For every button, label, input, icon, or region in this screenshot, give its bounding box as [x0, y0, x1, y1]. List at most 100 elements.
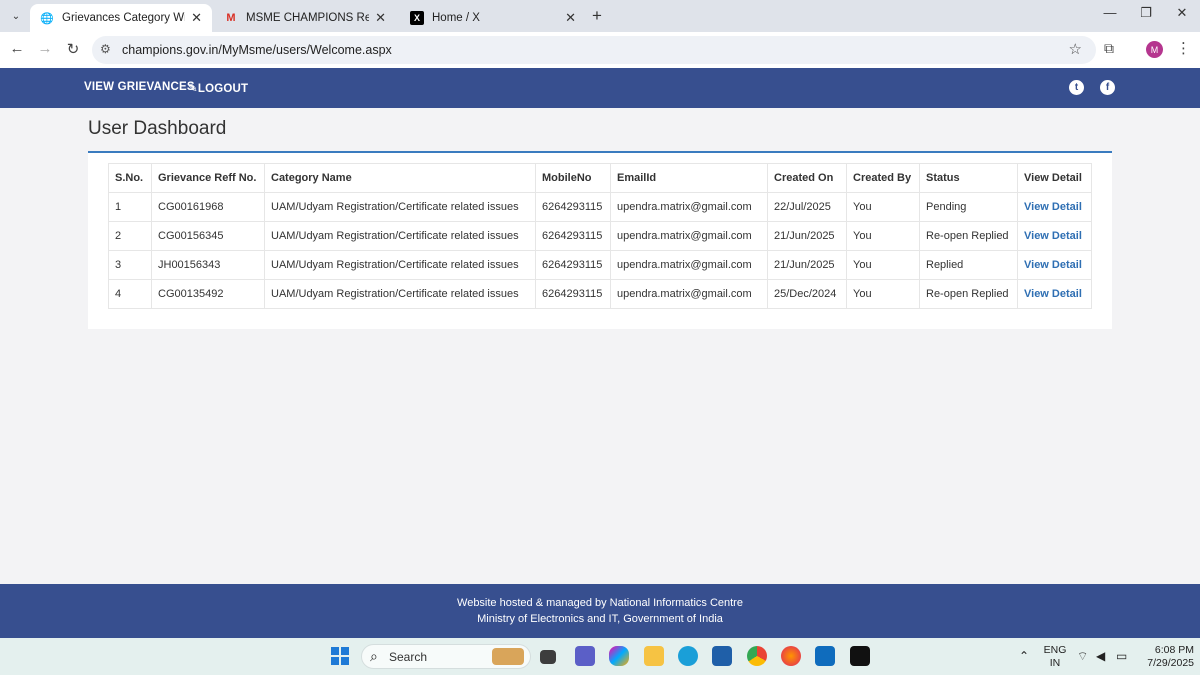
x-logo-icon: X	[410, 11, 424, 25]
volume-icon[interactable]: ◀	[1096, 649, 1105, 663]
profile-avatar[interactable]: M	[1146, 41, 1163, 58]
edit-icon: ✎	[188, 83, 198, 95]
cell-mobile: 6264293115	[535, 192, 611, 222]
cell-reff-no: CG00156345	[151, 221, 265, 251]
footer-line-1: Website hosted & managed by National Inf…	[457, 597, 743, 609]
cell-sno: 4	[108, 279, 152, 309]
cell-created-on: 22/Jul/2025	[767, 192, 847, 222]
minimize-icon[interactable]: —	[1100, 5, 1120, 20]
cell-status: Re-open Replied	[919, 221, 1018, 251]
tab-x[interactable]: X Home / X ✕	[400, 4, 586, 32]
cell-email: upendra.matrix@gmail.com	[610, 221, 768, 251]
taskbar-search[interactable]: ⌕ Search	[361, 644, 531, 669]
app-icon[interactable]	[815, 646, 835, 666]
tab-strip: ⌄ 🌐 Grievances Category Wise ✕ M MSME CH…	[0, 0, 1200, 32]
col-created-by: Created By	[846, 163, 920, 193]
taskbar: ⌕ Search ⌃ ENG IN ⌔ ◀ ▭ 6:08 PM 7/29/202…	[0, 638, 1200, 675]
view-detail-link[interactable]: View Detail	[1017, 221, 1092, 251]
table-header-row: S.No. Grievance Reff No. Category Name M…	[108, 163, 1092, 193]
window-close-icon[interactable]: ✕	[1172, 5, 1192, 21]
col-email: EmailId	[610, 163, 768, 193]
teams-icon[interactable]	[575, 646, 595, 666]
firefox-icon[interactable]	[781, 646, 801, 666]
tab-title: Home / X	[432, 12, 480, 24]
new-tab-icon[interactable]: +	[592, 6, 602, 26]
edge-icon[interactable]	[678, 646, 698, 666]
back-icon[interactable]: ←	[7, 40, 27, 57]
file-explorer-icon[interactable]	[644, 646, 664, 666]
browser-toolbar: ← → ↻ ⚙ champions.gov.in/MyMsme/users/We…	[0, 32, 1200, 68]
cell-created-by: You	[846, 250, 920, 280]
col-sno: S.No.	[108, 163, 152, 193]
grievance-table: S.No. Grievance Reff No. Category Name M…	[108, 163, 1092, 309]
cell-sno: 2	[108, 221, 152, 251]
cell-created-by: You	[846, 221, 920, 251]
tab-search-chevron-icon[interactable]: ⌄	[6, 6, 26, 26]
search-icon: ⌕	[370, 648, 378, 664]
chrome-icon[interactable]	[747, 646, 767, 666]
menu-kebab-icon[interactable]: ⋮	[1176, 39, 1191, 57]
url-text[interactable]: champions.gov.in/MyMsme/users/Welcome.as…	[122, 43, 392, 57]
clock-time[interactable]: 6:08 PM	[1138, 644, 1194, 656]
tab-gmail[interactable]: M MSME CHAMPIONS Reference ✕	[214, 4, 396, 32]
search-highlight-icon	[492, 648, 524, 665]
terminal-icon[interactable]	[850, 646, 870, 666]
cell-mobile: 6264293115	[535, 221, 611, 251]
cell-created-on: 25/Dec/2024	[767, 279, 847, 309]
view-detail-link[interactable]: View Detail	[1017, 250, 1092, 280]
cell-category: UAM/Udyam Registration/Certificate relat…	[264, 279, 536, 309]
cell-category: UAM/Udyam Registration/Certificate relat…	[264, 221, 536, 251]
cell-reff-no: CG00135492	[151, 279, 265, 309]
windows-start-icon[interactable]	[331, 647, 349, 665]
reload-icon[interactable]: ↻	[63, 40, 83, 58]
site-info-icon[interactable]: ⚙	[100, 42, 111, 56]
extensions-icon[interactable]: ⧉	[1104, 40, 1114, 57]
cell-status: Re-open Replied	[919, 279, 1018, 309]
close-icon[interactable]: ✕	[375, 10, 386, 26]
grievance-panel: S.No. Grievance Reff No. Category Name M…	[88, 151, 1112, 329]
wifi-icon[interactable]: ⌔	[1077, 649, 1088, 664]
table-row: 3 JH00156343 UAM/Udyam Registration/Cert…	[108, 250, 1092, 280]
view-detail-link[interactable]: View Detail	[1017, 192, 1092, 222]
table-row: 1 CG00161968 UAM/Udyam Registration/Cert…	[108, 192, 1092, 222]
cell-category: UAM/Udyam Registration/Certificate relat…	[264, 192, 536, 222]
restore-icon[interactable]: ❐	[1136, 5, 1156, 21]
forward-icon[interactable]: →	[35, 40, 55, 57]
logout-link[interactable]: ✎LOGOUT	[188, 81, 248, 95]
cell-email: upendra.matrix@gmail.com	[610, 250, 768, 280]
close-icon[interactable]: ✕	[565, 10, 576, 26]
bookmark-star-icon[interactable]: ☆	[1069, 40, 1082, 58]
cell-category: UAM/Udyam Registration/Certificate relat…	[264, 250, 536, 280]
copilot-icon[interactable]	[609, 646, 629, 666]
cell-reff-no: JH00156343	[151, 250, 265, 280]
tab-grievances[interactable]: 🌐 Grievances Category Wise ✕	[30, 4, 212, 32]
battery-icon[interactable]: ▭	[1116, 649, 1127, 663]
task-view-icon[interactable]	[540, 650, 556, 664]
cell-email: upendra.matrix@gmail.com	[610, 279, 768, 309]
footer-line-2: Ministry of Electronics and IT, Governme…	[477, 613, 723, 625]
facebook-icon[interactable]: f	[1100, 80, 1115, 95]
globe-icon: 🌐	[40, 12, 54, 25]
cell-sno: 1	[108, 192, 152, 222]
view-grievances-link[interactable]: VIEW GRIEVANCES	[84, 81, 195, 93]
close-icon[interactable]: ✕	[191, 10, 202, 26]
cell-mobile: 6264293115	[535, 250, 611, 280]
address-bar[interactable]: ⚙ champions.gov.in/MyMsme/users/Welcome.…	[92, 36, 1096, 64]
language-code[interactable]: ENG	[1043, 644, 1067, 656]
cell-created-by: You	[846, 279, 920, 309]
cell-status: Replied	[919, 250, 1018, 280]
view-detail-link[interactable]: View Detail	[1017, 279, 1092, 309]
col-reff-no: Grievance Reff No.	[151, 163, 265, 193]
store-icon[interactable]	[712, 646, 732, 666]
table-row: 4 CG00135492 UAM/Udyam Registration/Cert…	[108, 279, 1092, 309]
clock-date[interactable]: 7/29/2025	[1130, 657, 1194, 669]
site-footer: Website hosted & managed by National Inf…	[0, 584, 1200, 638]
cell-reff-no: CG00161968	[151, 192, 265, 222]
region-code[interactable]: IN	[1043, 657, 1067, 669]
col-category: Category Name	[264, 163, 536, 193]
tray-chevron-up-icon[interactable]: ⌃	[1019, 649, 1029, 663]
cell-status: Pending	[919, 192, 1018, 222]
cell-email: upendra.matrix@gmail.com	[610, 192, 768, 222]
col-created-on: Created On	[767, 163, 847, 193]
twitter-icon[interactable]: t	[1069, 80, 1084, 95]
